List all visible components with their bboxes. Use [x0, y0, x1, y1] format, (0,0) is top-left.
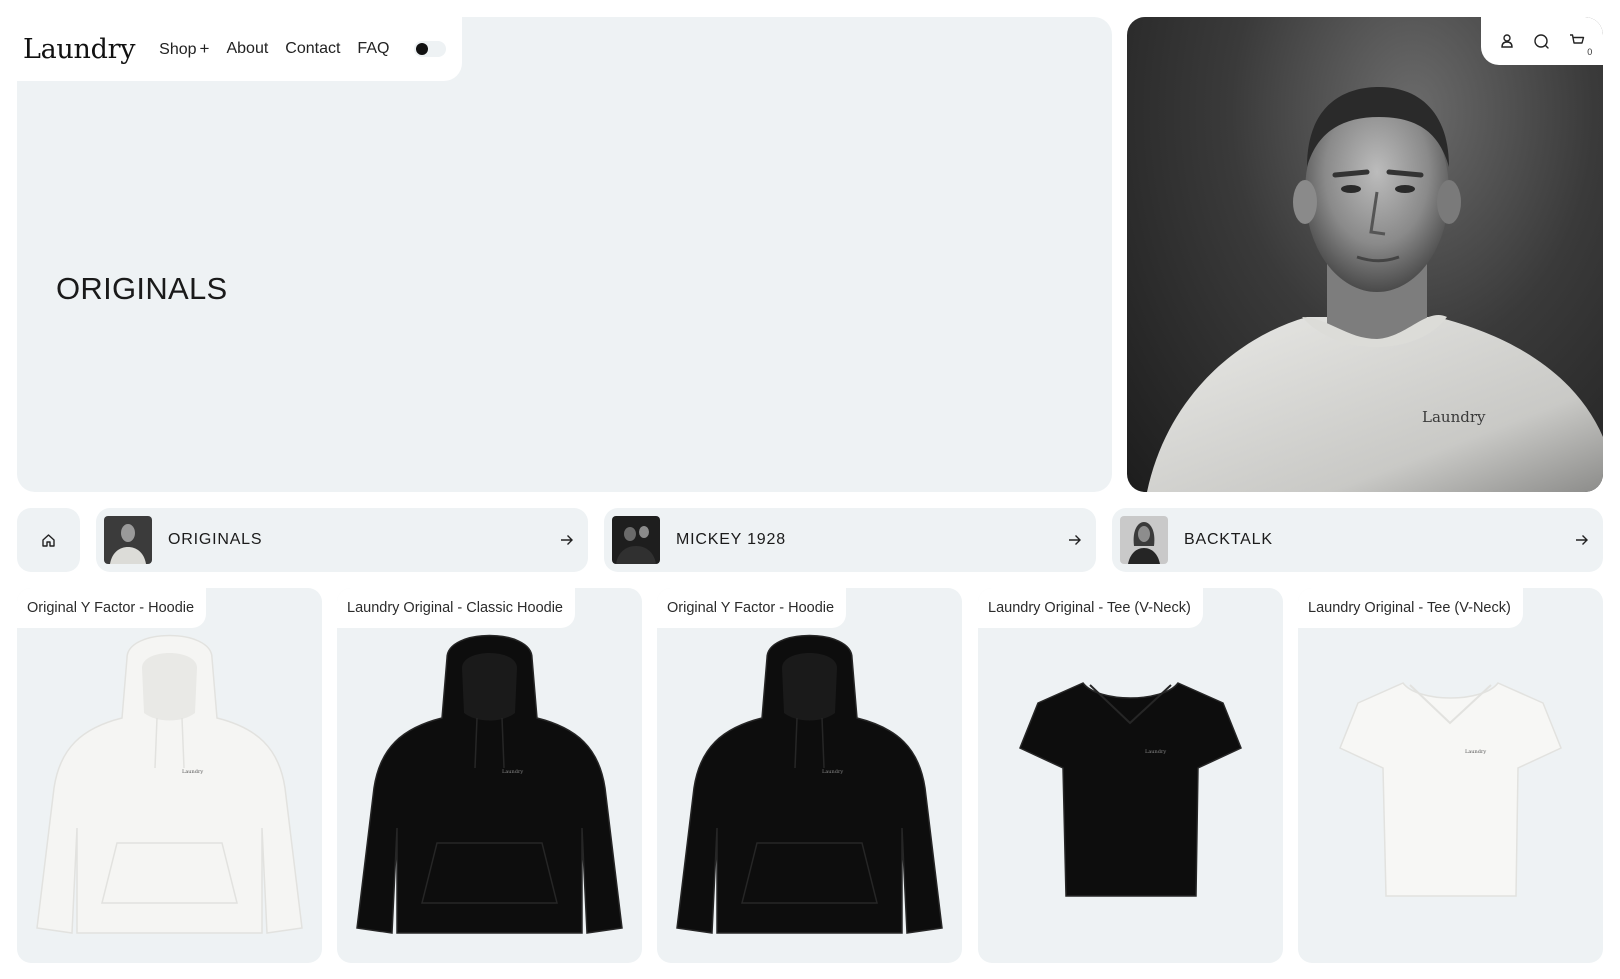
- page-title: ORIGINALS: [56, 270, 228, 306]
- product-image-hoodie: Laundry: [36, 634, 303, 934]
- home-icon: [42, 533, 55, 547]
- arrow-right-icon: [1068, 534, 1082, 546]
- arrow-right-icon: [1575, 534, 1589, 546]
- product-name: Original Y Factor - Hoodie: [657, 588, 847, 628]
- nav-faq[interactable]: FAQ: [357, 40, 389, 58]
- shirt-print: Laundry: [1422, 408, 1486, 426]
- category-thumbnail: [1120, 516, 1168, 564]
- product-image-hoodie: Laundry: [676, 634, 943, 934]
- product-card[interactable]: Laundry Original - Classic Hoodie Laundr…: [337, 588, 642, 963]
- nav-about[interactable]: About: [226, 40, 268, 58]
- product-name: Laundry Original - Classic Hoodie: [337, 588, 575, 628]
- garment-print: Laundry: [182, 769, 203, 775]
- toggle-knob: [416, 43, 429, 55]
- nav-shop-label: Shop: [159, 41, 197, 58]
- top-navigation: Laundry Shop + About Contact FAQ: [17, 17, 462, 81]
- header-actions: 0: [1481, 17, 1603, 65]
- home-button[interactable]: [17, 508, 80, 572]
- product-card[interactable]: Original Y Factor - Hoodie Laundry: [657, 588, 962, 963]
- hero-portrait: Laundry: [1147, 87, 1603, 492]
- logo[interactable]: Laundry: [23, 34, 135, 65]
- category-thumbnail: [104, 516, 152, 564]
- garment-print: Laundry: [1465, 749, 1486, 755]
- product-name: Original Y Factor - Hoodie: [17, 588, 207, 628]
- dark-mode-toggle[interactable]: [414, 41, 447, 57]
- nav-contact[interactable]: Contact: [285, 40, 340, 58]
- garment-print: Laundry: [1145, 749, 1166, 755]
- product-image-hoodie: Laundry: [356, 634, 623, 934]
- category-originals[interactable]: ORIGINALS: [96, 508, 588, 572]
- nav-shop[interactable]: Shop +: [159, 39, 209, 59]
- category-label: BACKTALK: [1184, 531, 1273, 548]
- product-card[interactable]: Original Y Factor - Hoodie Laundry: [17, 588, 322, 963]
- category-label: ORIGINALS: [168, 531, 263, 548]
- garment-print: Laundry: [502, 769, 523, 775]
- search-icon[interactable]: [1532, 31, 1552, 51]
- arrow-right-icon: [560, 534, 574, 546]
- hero-image: Laundry 0: [1127, 17, 1603, 492]
- product-card[interactable]: Laundry Original - Tee (V-Neck) Laundry: [978, 588, 1283, 963]
- garment-print: Laundry: [822, 769, 843, 775]
- product-card[interactable]: Laundry Original - Tee (V-Neck) Laundry: [1298, 588, 1603, 963]
- product-image-tee: Laundry: [1339, 682, 1562, 897]
- product-image-tee: Laundry: [1019, 682, 1242, 897]
- category-mickey-1928[interactable]: MICKEY 1928: [604, 508, 1096, 572]
- account-icon[interactable]: [1497, 31, 1517, 51]
- product-name: Laundry Original - Tee (V-Neck): [978, 588, 1203, 628]
- cart-count: 0: [1587, 47, 1593, 57]
- category-thumbnail: [612, 516, 660, 564]
- cart-icon[interactable]: 0: [1567, 31, 1592, 57]
- category-label: MICKEY 1928: [676, 531, 786, 548]
- product-name: Laundry Original - Tee (V-Neck): [1298, 588, 1523, 628]
- hero-panel: Laundry Shop + About Contact FAQ ORIGINAL…: [17, 17, 1112, 492]
- category-backtalk[interactable]: BACKTALK: [1112, 508, 1603, 572]
- plus-icon: +: [199, 39, 210, 58]
